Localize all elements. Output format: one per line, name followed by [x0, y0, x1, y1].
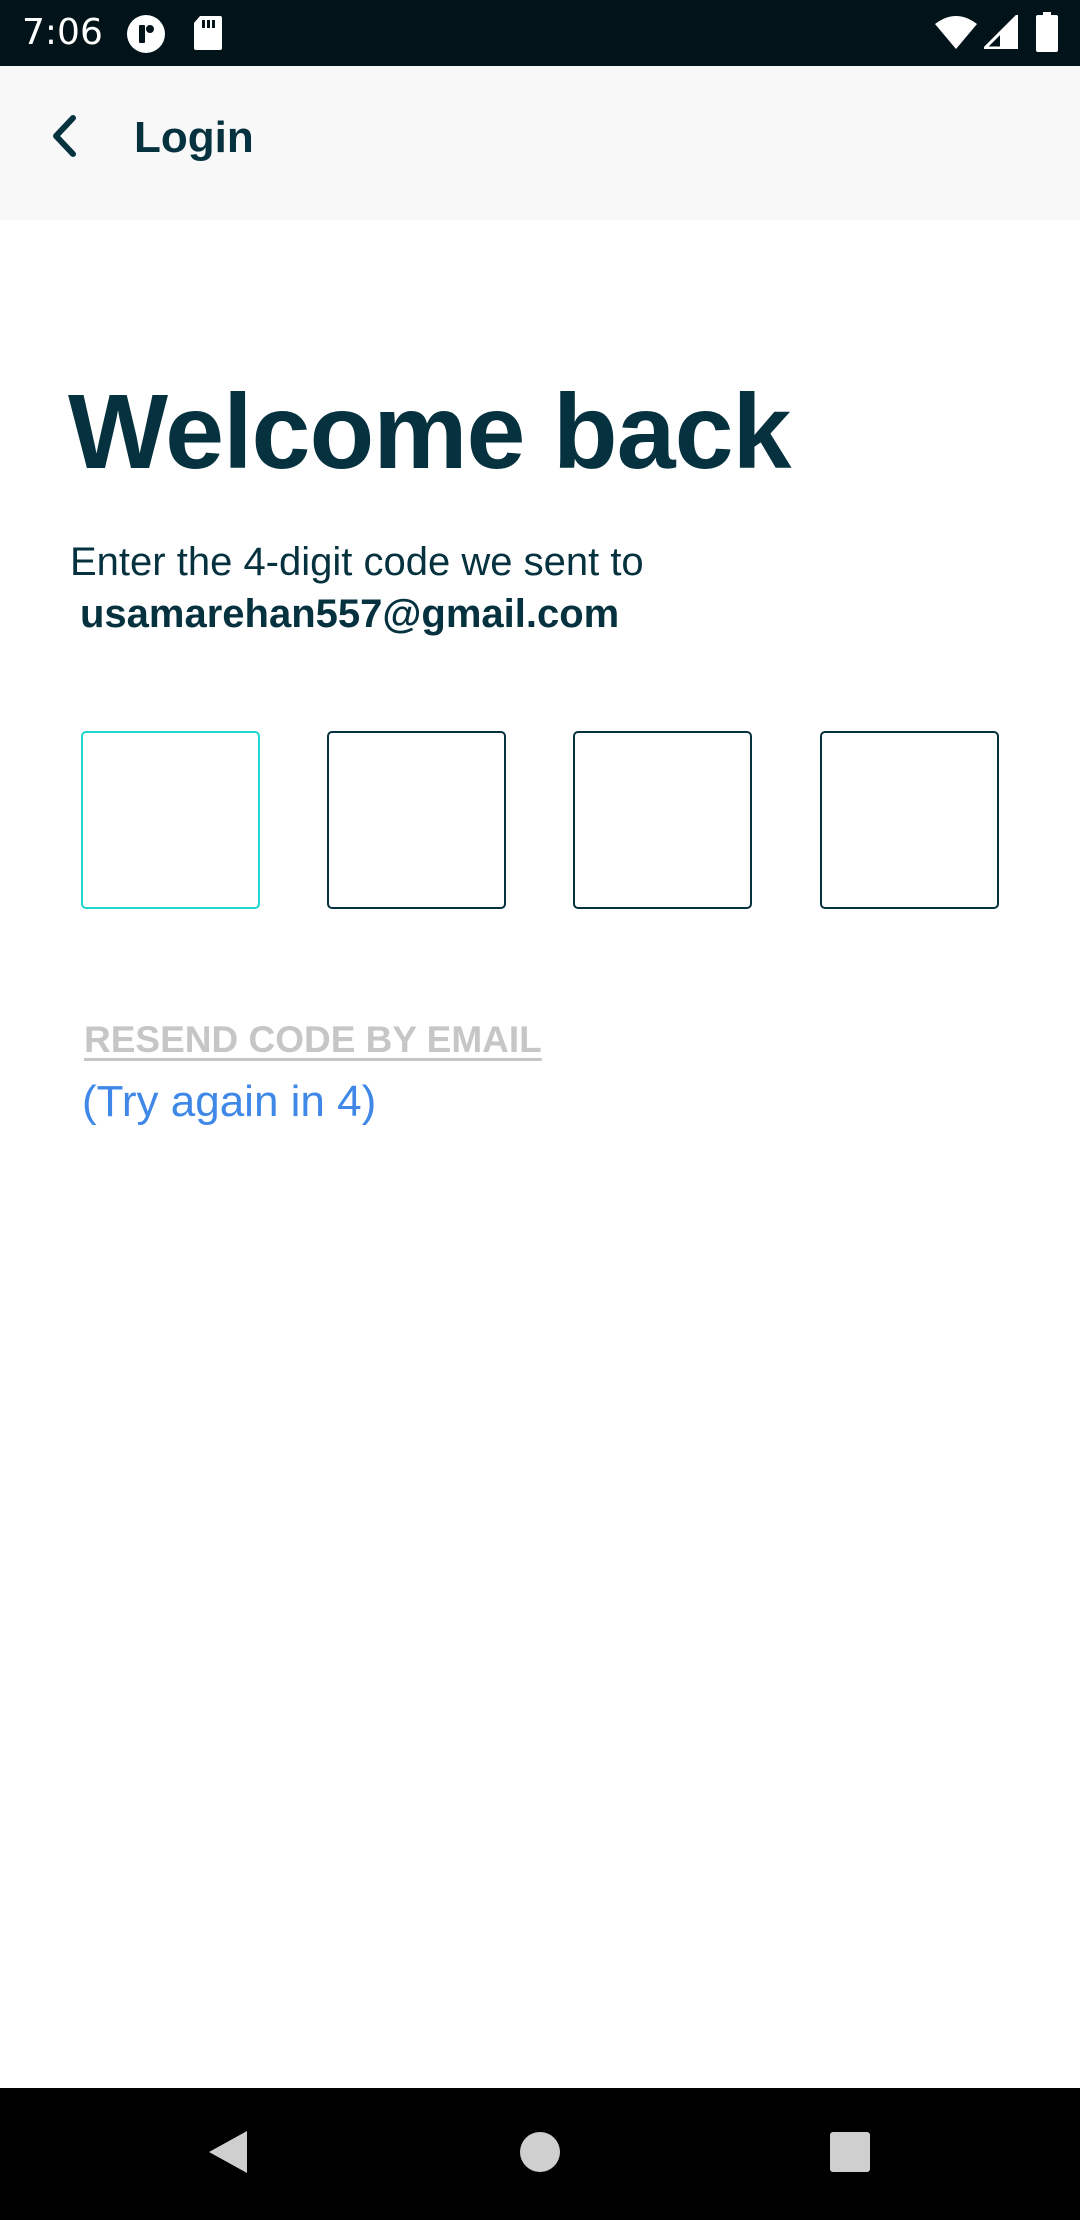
- code-input-4[interactable]: [820, 731, 999, 909]
- email-address: usamarehan557@gmail.com: [80, 592, 620, 636]
- page-title: Login: [134, 113, 254, 162]
- code-input-2[interactable]: [327, 731, 506, 909]
- wifi-icon: [934, 16, 978, 55]
- back-button[interactable]: [36, 106, 92, 170]
- recents-square-icon: [829, 2131, 871, 2178]
- battery-icon: [1036, 12, 1058, 57]
- status-bar: 7:06: [0, 0, 1080, 66]
- resend-code-link[interactable]: RESEND CODE BY EMAIL: [84, 1014, 542, 1066]
- cell-signal-icon: [981, 12, 1019, 54]
- sd-card-icon: [192, 14, 224, 57]
- status-time: 7:06: [22, 12, 103, 53]
- nav-back-button[interactable]: [184, 2110, 272, 2198]
- nav-home-button[interactable]: [496, 2110, 584, 2198]
- app-bar: Login: [0, 66, 1080, 220]
- system-nav-bar: [0, 2088, 1080, 2220]
- code-input-3[interactable]: [573, 731, 752, 909]
- app-notification-icon: [126, 14, 166, 59]
- instruction-text: Enter the 4-digit code we sent to: [70, 540, 644, 584]
- nav-recents-button[interactable]: [806, 2110, 894, 2198]
- welcome-heading: Welcome back: [68, 373, 791, 491]
- code-input-1[interactable]: [81, 731, 260, 909]
- home-circle-icon: [519, 2131, 561, 2178]
- resend-countdown: (Try again in 4): [82, 1077, 377, 1126]
- chevron-left-icon: [49, 114, 79, 163]
- back-triangle-icon: [207, 2129, 249, 2180]
